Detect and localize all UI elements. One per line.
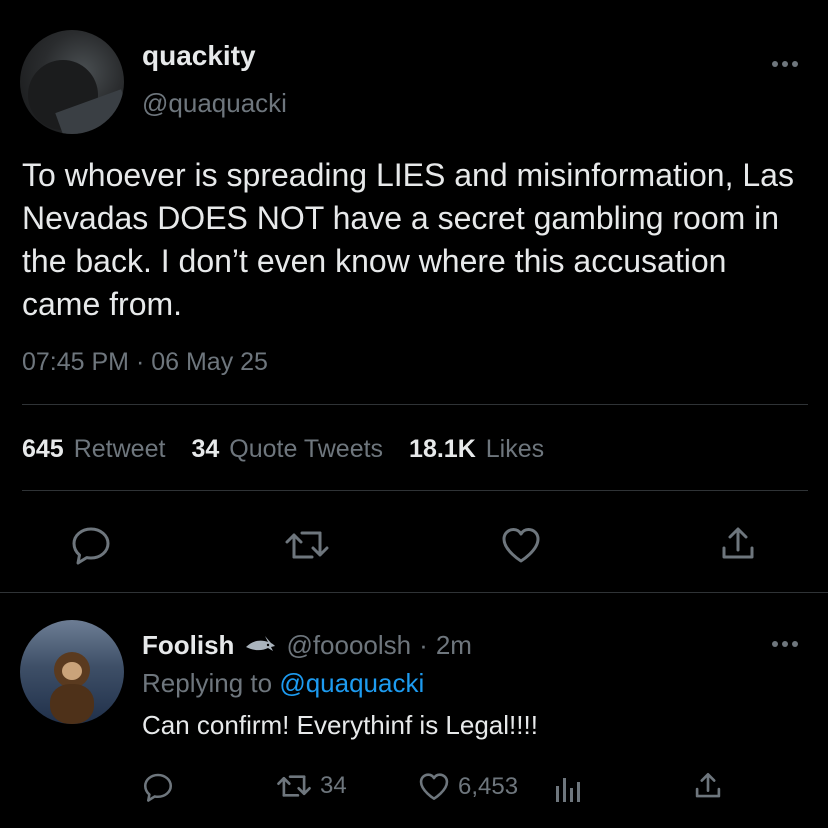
reply-time[interactable]: 2m	[436, 630, 472, 661]
divider	[22, 490, 808, 491]
replying-to-handle[interactable]: @quaquacki	[279, 668, 424, 698]
reply-author-display-name[interactable]: Foolish	[142, 630, 234, 661]
quotes-count: 34	[191, 435, 220, 463]
quotes-stat[interactable]: 34 Quote Tweets	[191, 435, 383, 464]
retweets-stat[interactable]: 645 Retweet	[22, 435, 165, 464]
retweets-label: Retweet	[73, 435, 166, 463]
author-handle[interactable]: @quaquacki	[142, 88, 287, 119]
share-icon[interactable]	[694, 772, 722, 800]
reply-retweet-action[interactable]: 34	[276, 772, 347, 800]
divider	[22, 404, 808, 405]
reply-author-handle[interactable]: @foooolsh	[286, 630, 411, 661]
analytics-icon[interactable]	[554, 774, 584, 802]
replying-to: Replying to @quaquacki	[142, 668, 424, 699]
time-separator: ·	[419, 630, 428, 660]
likes-stat[interactable]: 18.1K Likes	[409, 435, 544, 464]
reply-retweet-count: 34	[320, 772, 347, 799]
reply-icon[interactable]	[142, 772, 174, 802]
tweet-text: To whoever is spreading LIES and misinfo…	[22, 157, 794, 322]
author-display-name[interactable]: quackity	[142, 40, 256, 72]
author-avatar[interactable]	[20, 30, 124, 134]
tweet-stats: 645 Retweet 34 Quote Tweets 18.1K Likes	[22, 435, 544, 464]
likes-label: Likes	[485, 435, 545, 463]
retweet-icon	[276, 772, 312, 800]
share-icon[interactable]	[720, 526, 756, 562]
more-horizontal-icon[interactable]	[770, 638, 800, 650]
divider	[0, 592, 828, 593]
like-icon	[418, 772, 450, 801]
like-icon[interactable]	[500, 526, 542, 564]
replying-to-label: Replying to	[142, 668, 273, 698]
reply-header: Foolish @foooolsh · 2m	[142, 630, 472, 661]
shark-icon	[244, 635, 276, 657]
reply-like-count: 6,453	[458, 772, 519, 800]
tweet-timestamp[interactable]: 07:45 PM · 06 May 25	[22, 348, 268, 377]
more-horizontal-icon[interactable]	[770, 58, 800, 70]
reply-like-action[interactable]: 6,453	[418, 772, 518, 801]
retweet-icon[interactable]	[284, 527, 330, 563]
quotes-label: Quote Tweets	[229, 435, 384, 463]
reply-icon[interactable]	[70, 525, 112, 565]
reply-author-avatar[interactable]	[20, 620, 124, 724]
retweets-count: 645	[22, 435, 64, 463]
reply-text: Can confirm! Everythinf is Legal!!!!	[142, 710, 538, 740]
likes-count: 18.1K	[409, 435, 476, 463]
